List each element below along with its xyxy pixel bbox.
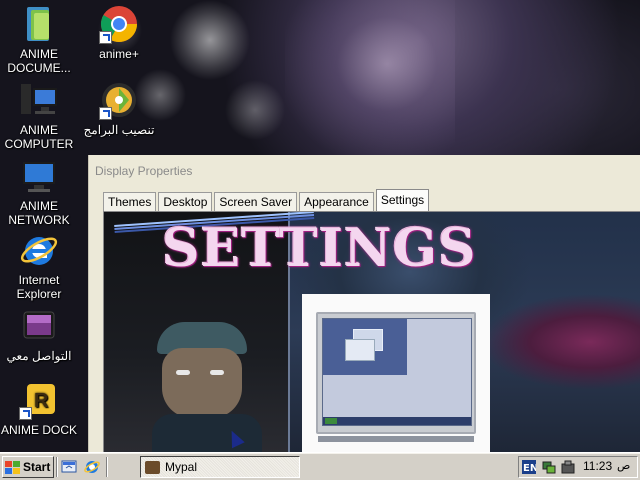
taskbar-separator <box>56 457 58 477</box>
desktop-icon-label: Internet Explorer <box>16 273 62 301</box>
display-properties-window[interactable]: Display Properties Themes Desktop Screen… <box>88 155 640 452</box>
clock[interactable]: 11:23 <box>583 459 612 473</box>
desktop-icon-anime-network[interactable]: ANIME NETWORK <box>0 156 81 227</box>
desktop-icon-anime-dock[interactable]: R ANIME DOCK <box>0 380 81 437</box>
taskbar-button-label: Mypal <box>165 460 198 474</box>
show-desktop-icon[interactable] <box>60 458 78 476</box>
language-indicator-icon[interactable]: EN <box>522 460 538 474</box>
settings-panel: SETTINGS <box>103 211 640 452</box>
tab-strip: Themes Desktop Screen Saver Appearance S… <box>103 189 431 211</box>
wallpaper-art <box>285 0 455 160</box>
internet-explorer-quick-icon[interactable] <box>83 458 101 476</box>
contact-icon <box>19 306 59 346</box>
desktop-icon-label: ANIME NETWORK <box>8 199 70 227</box>
chrome-icon <box>99 4 139 44</box>
desktop-icon-contact[interactable]: التواصل معي <box>0 306 81 363</box>
dock-icon: R <box>19 380 59 420</box>
desktop-icon-label: ANIME DOCUME... <box>7 47 71 75</box>
monitor-preview <box>302 294 490 452</box>
tab-themes[interactable]: Themes <box>103 192 157 211</box>
system-tray: EN 11:23 ص <box>518 456 638 478</box>
desktop-icon-label: التواصل معي <box>6 349 72 363</box>
desktop-icon-label: ANIME DOCK <box>0 423 77 437</box>
mypal-icon <box>145 460 160 474</box>
monitor-icon <box>316 312 476 442</box>
clock-period: ص <box>617 459 631 472</box>
safely-remove-icon[interactable] <box>561 460 575 474</box>
tab-settings[interactable]: Settings <box>375 189 430 211</box>
tab-appearance[interactable]: Appearance <box>299 192 374 211</box>
shortcut-arrow-icon <box>99 31 112 44</box>
shortcut-arrow-icon <box>99 107 112 120</box>
window-title: Display Properties <box>95 164 193 178</box>
taskbar-separator <box>106 457 108 477</box>
desktop-icon-internet-explorer[interactable]: Internet Explorer <box>0 230 81 301</box>
internet-explorer-icon <box>19 230 59 270</box>
computer-icon <box>19 80 59 120</box>
character-art <box>152 322 262 452</box>
taskbar: Start Mypal EN 11:23 ص <box>0 452 640 480</box>
svg-text:R: R <box>34 390 49 412</box>
start-label: Start <box>23 460 51 474</box>
svg-text:EN: EN <box>523 463 536 474</box>
installer-icon <box>99 80 139 120</box>
tab-desktop[interactable]: Desktop <box>158 192 213 211</box>
network-icon <box>19 156 59 196</box>
desktop-icon-label: تنصيب البرامج <box>83 123 155 137</box>
tab-screen-saver[interactable]: Screen Saver <box>214 192 298 211</box>
shortcut-arrow-icon <box>19 407 32 420</box>
network-tray-icon[interactable] <box>542 460 556 474</box>
desktop-icon-installer[interactable]: تنصيب البرامج <box>77 80 161 137</box>
settings-banner: SETTINGS <box>162 218 477 279</box>
desktop-icon-anime-plus[interactable]: anime+ <box>77 4 161 61</box>
desktop-icon-label: anime+ <box>99 47 139 61</box>
desktop-icon-anime-computer[interactable]: ANIME COMPUTER <box>0 80 81 151</box>
desktop-icon-label: ANIME COMPUTER <box>4 123 74 151</box>
taskbar-button-mypal[interactable]: Mypal <box>140 456 300 478</box>
desktop-icon-anime-documents[interactable]: ANIME DOCUME... <box>0 4 81 75</box>
start-button[interactable]: Start <box>2 456 54 478</box>
windows-logo-icon <box>5 460 20 474</box>
documents-folder-icon <box>19 4 59 44</box>
